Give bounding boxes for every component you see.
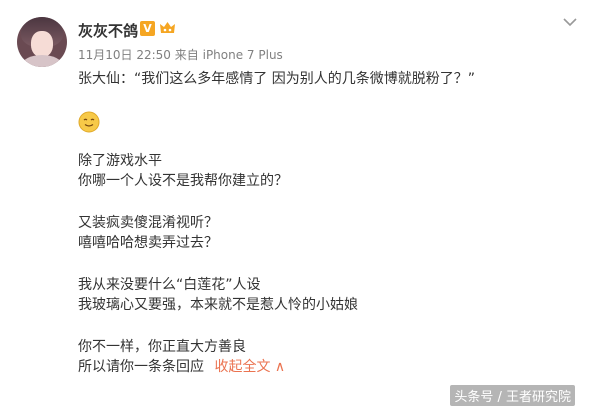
post-content: 张大仙：“我们这么多年感情了 因为别人的几条微博就脱粉了？” 除了游戏水平 你哪… (78, 69, 558, 377)
author-name[interactable]: 灰灰不鸽 (78, 20, 138, 41)
post-line-8-text: 所以请你一条条回应 (78, 359, 204, 375)
post-line-3: 又装疯卖傻混淆视听？ (78, 215, 218, 231)
verified-badge-icon: V (140, 21, 155, 36)
avatar-shoulder (22, 55, 62, 67)
avatar-face (31, 31, 53, 57)
post-line-7: 你不一样，你正直大方善良 (78, 339, 246, 355)
post-line-1: 除了游戏水平 (78, 153, 162, 169)
post-line-5: 我从来没要什么“白莲花”人设 (78, 277, 261, 293)
collapse-full-text-link[interactable]: 收起全文 ∧ (214, 359, 285, 375)
user-avatar[interactable] (17, 17, 67, 67)
post-source[interactable]: iPhone 7 Plus (203, 48, 283, 62)
collapse-label[interactable]: 收起全文 (214, 359, 270, 375)
post-meta: 11月10日 22:50 来自 iPhone 7 Plus (78, 46, 283, 63)
post-line-8: 所以请你一条条回应 收起全文 ∧ (78, 357, 558, 377)
post-line-4: 嘻嘻哈哈想卖弄过去？ (78, 235, 218, 251)
post-line-quote: 张大仙：“我们这么多年感情了 因为别人的几条微博就脱粉了？” (78, 71, 475, 87)
chevron-down-icon[interactable] (562, 16, 578, 28)
collapse-arrow-icon: ∧ (274, 359, 286, 375)
smile-emoji-icon (78, 111, 100, 133)
post-line-2: 你哪一个人设不是我帮你建立的？ (78, 173, 288, 189)
post-time[interactable]: 11月10日 22:50 (78, 48, 171, 62)
emoji-spacer (78, 89, 558, 151)
post-line-6: 我玻璃心又要强，本来就不是惹人怜的小姑娘 (78, 297, 358, 313)
source-prefix: 来自 (174, 48, 199, 62)
crown-icon (160, 22, 175, 33)
watermark: 头条号 / 王者研究院 (450, 385, 575, 406)
